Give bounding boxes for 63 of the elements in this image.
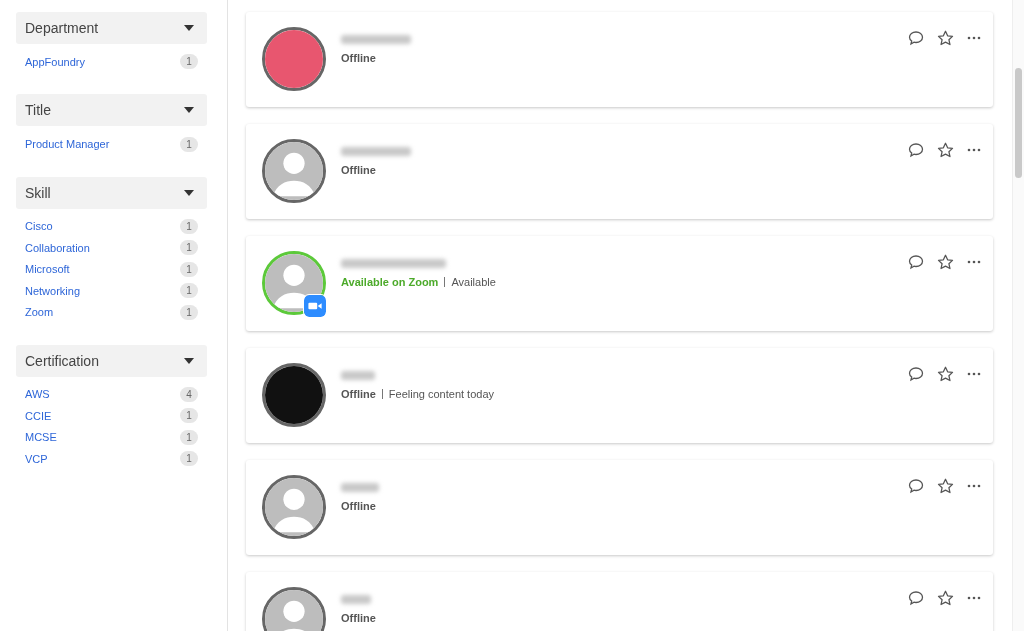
chat-bubble-icon[interactable]	[908, 478, 924, 494]
chat-bubble-icon[interactable]	[908, 254, 924, 270]
count-badge: 4	[180, 386, 198, 402]
filter-link[interactable]: MCSE	[25, 431, 57, 444]
more-icon[interactable]	[967, 484, 981, 488]
scrollbar-thumb[interactable]	[1015, 68, 1022, 178]
blurred-name	[341, 371, 375, 380]
filter-link[interactable]: Cisco	[25, 220, 53, 233]
count-badge: 1	[180, 283, 198, 299]
star-icon[interactable]	[937, 253, 954, 271]
presence-status: Offline	[341, 612, 376, 624]
filter-link[interactable]: Collaboration	[25, 241, 90, 254]
more-icon[interactable]	[967, 596, 981, 600]
chat-bubble-icon[interactable]	[908, 590, 924, 606]
status-message: Feeling content today	[381, 389, 495, 399]
filter-header[interactable]: Certification	[16, 344, 207, 377]
star-icon[interactable]	[937, 29, 954, 47]
more-icon[interactable]	[967, 36, 981, 40]
more-icon[interactable]	[967, 260, 981, 264]
star-icon[interactable]	[937, 365, 954, 383]
presence-status: Offline	[341, 52, 376, 64]
caret-icon	[184, 189, 194, 196]
caret-icon	[184, 25, 194, 31]
blurred-name	[341, 595, 371, 604]
count-badge: 1	[180, 451, 198, 467]
filter-header[interactable]: Department	[16, 12, 207, 44]
filter-link[interactable]: CCIE	[25, 409, 52, 422]
scrollbar[interactable]	[1012, 0, 1024, 631]
filter-header[interactable]: Title	[16, 94, 207, 127]
filter-link[interactable]: AppFoundry	[25, 55, 85, 68]
count-badge: 1	[180, 218, 198, 234]
filter-link[interactable]: AWS	[25, 388, 50, 401]
more-icon[interactable]	[967, 148, 981, 152]
star-icon[interactable]	[937, 477, 954, 495]
presence-status: Offline	[341, 164, 376, 176]
count-badge: 1	[180, 261, 198, 277]
blurred-name	[341, 483, 379, 492]
count-badge: 1	[180, 304, 198, 320]
filter-link[interactable]: Product Manager	[25, 138, 110, 151]
caret-icon	[184, 107, 194, 114]
chat-bubble-icon[interactable]	[908, 30, 924, 46]
presence-status: Offline	[341, 388, 376, 400]
status-message: Available	[444, 277, 496, 287]
presence-status: Available on Zoom	[341, 276, 439, 288]
filter-link[interactable]: Microsoft	[25, 263, 70, 276]
blurred-name	[341, 35, 411, 44]
blurred-name	[341, 147, 411, 156]
more-icon[interactable]	[967, 372, 981, 376]
star-icon[interactable]	[937, 589, 954, 607]
count-badge: 1	[180, 54, 198, 70]
count-badge: 1	[180, 408, 198, 424]
chat-bubble-icon[interactable]	[908, 366, 924, 382]
filter-link[interactable]: VCP	[25, 452, 48, 465]
count-badge: 1	[180, 429, 198, 445]
presence-status: Offline	[341, 500, 376, 512]
count-badge: 1	[180, 136, 198, 152]
caret-icon	[184, 357, 194, 364]
count-badge: 1	[180, 240, 198, 256]
filter-header[interactable]: Skill	[16, 176, 207, 209]
chat-bubble-icon[interactable]	[908, 142, 924, 158]
filter-link[interactable]: Zoom	[25, 306, 54, 319]
filter-link[interactable]: Networking	[25, 284, 81, 297]
star-icon[interactable]	[937, 141, 954, 159]
